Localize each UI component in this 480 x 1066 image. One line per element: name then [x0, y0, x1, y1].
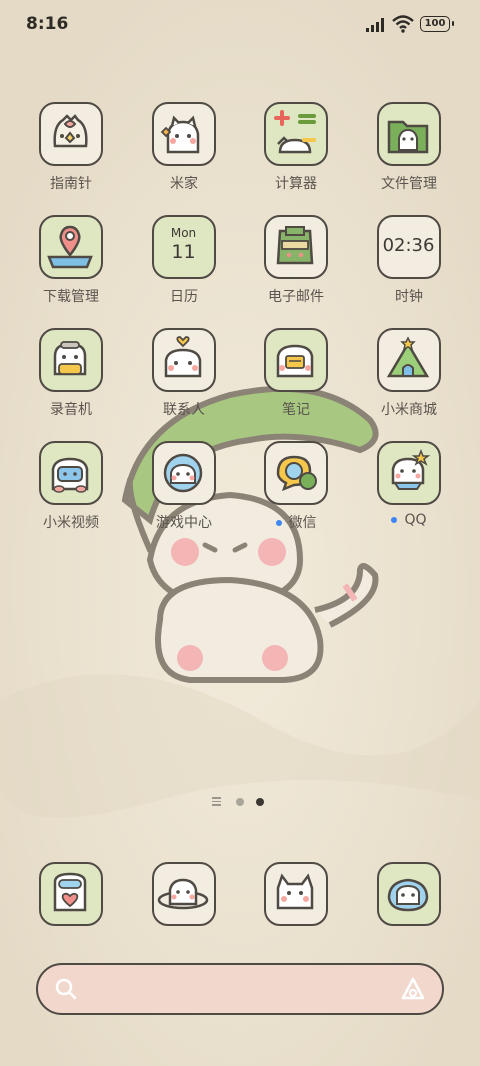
app-file-manager[interactable]: 文件管理 — [364, 102, 454, 193]
calendar-day: 11 — [171, 241, 196, 263]
calendar-month: Mon — [170, 226, 197, 240]
app-label: 下载管理 — [43, 289, 99, 305]
notification-dot — [391, 517, 398, 523]
app-label: 小米视频 — [43, 515, 99, 531]
camera-cat-icon — [264, 862, 328, 926]
download-pin-icon — [39, 215, 103, 279]
app-label: 日历 — [170, 289, 198, 305]
messages-cat-icon — [152, 862, 216, 926]
app-label: QQ — [364, 512, 454, 528]
dock-phone[interactable] — [26, 862, 116, 926]
phone-icon — [39, 862, 103, 926]
app-label: 文件管理 — [381, 176, 437, 192]
status-time: 8:16 — [26, 14, 69, 34]
store-icon — [377, 328, 441, 392]
page-menu-icon — [212, 797, 221, 808]
video-icon — [39, 441, 103, 505]
compass-cat-icon — [39, 102, 103, 166]
app-label-text: QQ — [404, 512, 427, 528]
app-email[interactable]: 电子邮件 — [251, 215, 341, 306]
clock-time: 02:36 — [382, 235, 435, 256]
clock-icon: 02:36 — [377, 215, 441, 279]
wechat-icon — [264, 441, 328, 505]
search-icon — [55, 978, 77, 1000]
app-label-text: 微信 — [288, 515, 317, 531]
app-recorder[interactable]: 录音机 — [26, 328, 116, 419]
app-label: 小米商城 — [381, 402, 437, 418]
wifi-icon — [392, 15, 414, 33]
app-label: 米家 — [170, 176, 198, 192]
app-game-center[interactable]: 游戏中心 — [139, 441, 229, 532]
search-bar[interactable] — [36, 963, 444, 1015]
mail-icon — [264, 215, 328, 279]
signal-icon — [366, 18, 384, 32]
app-mijia[interactable]: 米家 — [139, 102, 229, 193]
app-label: 游戏中心 — [156, 515, 212, 531]
notes-icon — [264, 328, 328, 392]
app-clock[interactable]: 02:36 时钟 — [364, 215, 454, 306]
app-label: 指南针 — [50, 176, 92, 192]
page-indicator[interactable] — [212, 796, 272, 808]
app-calculator[interactable]: 计算器 — [251, 102, 341, 193]
app-label: 时钟 — [395, 289, 423, 305]
app-calendar[interactable]: Mon 11 日历 — [139, 215, 229, 306]
notification-dot — [275, 520, 282, 526]
dock-camera[interactable] — [251, 862, 341, 926]
status-bar: 8:16 100 — [0, 0, 480, 50]
folder-cat-icon — [377, 102, 441, 166]
app-label: 计算器 — [275, 176, 317, 192]
page-dot-1 — [236, 798, 244, 806]
home-cat-icon — [152, 102, 216, 166]
assistant-icon[interactable] — [400, 976, 426, 1002]
browser-cat-icon — [377, 862, 441, 926]
app-contacts[interactable]: 联系人 — [139, 328, 229, 419]
contacts-cat-icon — [152, 328, 216, 392]
page-dot-2-current — [256, 798, 264, 806]
app-label: 联系人 — [163, 402, 205, 418]
app-mi-store[interactable]: 小米商城 — [364, 328, 454, 419]
battery-indicator: 100 — [420, 16, 454, 32]
dock-browser[interactable] — [364, 862, 454, 926]
game-center-icon — [152, 441, 216, 505]
qq-icon — [377, 441, 441, 505]
app-notes[interactable]: 笔记 — [251, 328, 341, 419]
dock-messages[interactable] — [139, 862, 229, 926]
calendar-icon: Mon 11 — [152, 215, 216, 279]
app-label: 电子邮件 — [268, 289, 324, 305]
app-downloads[interactable]: 下载管理 — [26, 215, 116, 306]
app-qq[interactable]: QQ — [364, 441, 454, 528]
recorder-icon — [39, 328, 103, 392]
app-wechat[interactable]: 微信 — [251, 441, 341, 532]
app-label: 笔记 — [282, 402, 310, 418]
app-compass[interactable]: 指南针 — [26, 102, 116, 193]
app-label: 录音机 — [50, 402, 92, 418]
app-mi-video[interactable]: 小米视频 — [26, 441, 116, 532]
calculator-icon — [264, 102, 328, 166]
app-label: 微信 — [251, 512, 341, 532]
